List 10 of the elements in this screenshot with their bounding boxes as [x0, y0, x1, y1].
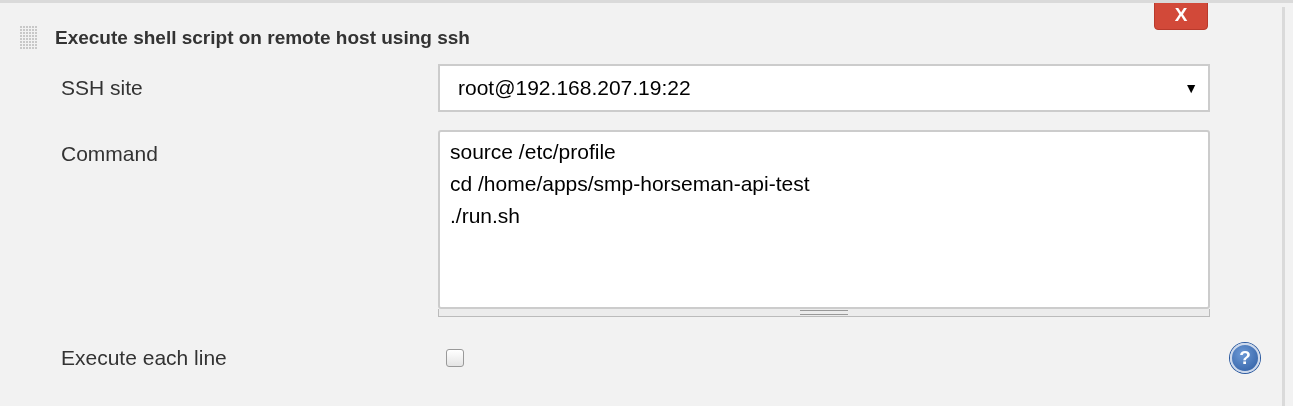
field-label: Command — [61, 141, 159, 167]
field-label: SSH site — [61, 76, 144, 100]
drag-handle-icon[interactable] — [20, 26, 37, 50]
resize-handle[interactable] — [438, 309, 1210, 317]
delete-button[interactable]: X — [1154, 3, 1208, 30]
section-title: Execute shell script on remote host using ssh — [55, 27, 470, 49]
field-label: Execute each line — [61, 346, 228, 370]
command-field[interactable]: source /etc/profile cd /home/apps/smp-horseman-api-test ./run.sh — [438, 130, 1210, 309]
ssh-site-dropdown[interactable]: root@192.168.207.19:22 ▼ — [438, 64, 1210, 112]
checkbox[interactable] — [446, 349, 464, 367]
